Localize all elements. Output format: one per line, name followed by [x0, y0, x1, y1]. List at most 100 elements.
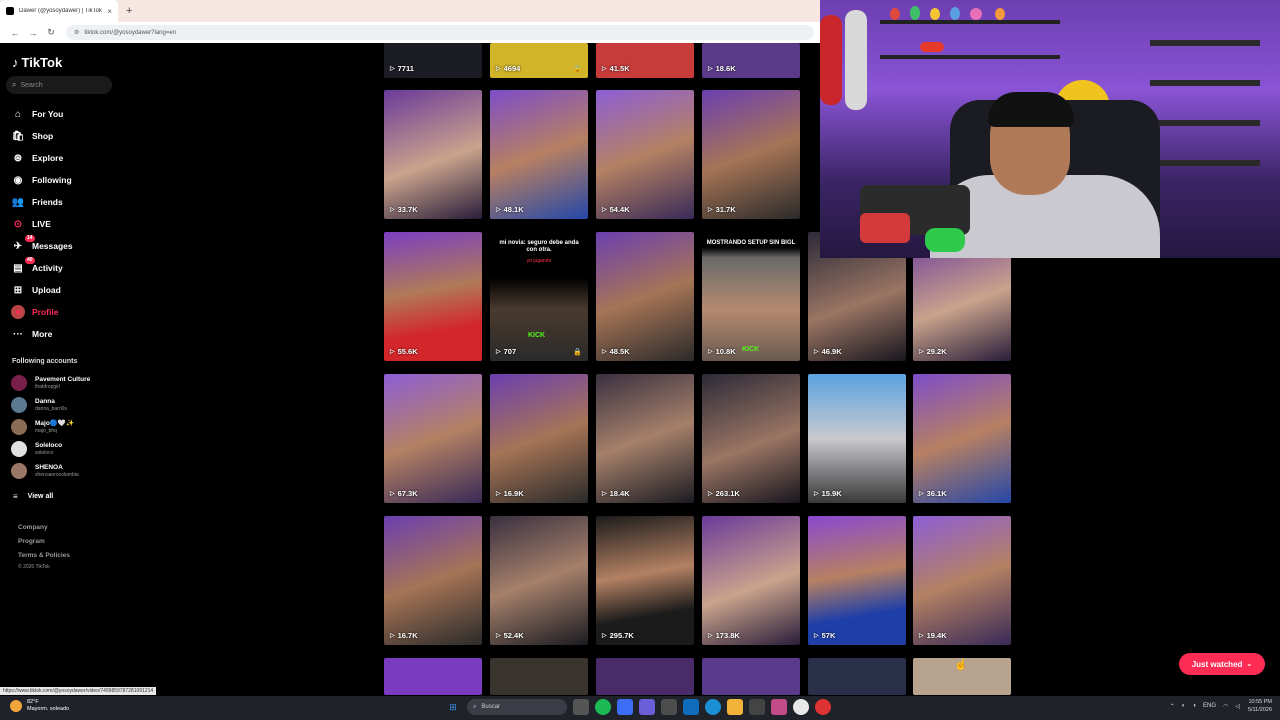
video-tile[interactable]	[490, 658, 588, 695]
browser-tab[interactable]: Dawer (@yosoydawer) | TikTok ×	[0, 0, 118, 22]
nav-item-upload[interactable]: ⊞ Upload	[11, 281, 61, 299]
nav-item-messages[interactable]: ✈ 14 Messages	[11, 235, 73, 255]
footer-terms-link[interactable]: Terms & Policies	[18, 552, 70, 559]
nav-label: Upload	[32, 285, 61, 295]
file-explorer-icon[interactable]	[727, 699, 743, 715]
weather-widget[interactable]: 82°F Mayorm. soleado	[10, 699, 69, 713]
wifi-icon[interactable]: ◠	[1223, 703, 1228, 710]
video-tile[interactable]	[384, 658, 482, 695]
view-count-text: 19.4K	[926, 631, 947, 640]
video-tile[interactable]: ▷ 4694 🔒	[490, 43, 588, 78]
video-tile[interactable]: ▷ 55.6K	[384, 232, 482, 361]
spotify-icon[interactable]	[595, 699, 611, 715]
video-tile[interactable]: ▷ 7711	[384, 43, 482, 78]
play-icon: ▷	[919, 349, 924, 355]
video-tile[interactable]: ▷ 263.1K	[702, 374, 800, 503]
following-account[interactable]: Soleloco soleloco	[11, 439, 62, 459]
video-tile[interactable]: ▷ 18.6K	[702, 43, 800, 78]
video-tile[interactable]: ▷ 57K	[808, 516, 906, 645]
app-icon-3[interactable]	[815, 699, 831, 715]
taskbar-search[interactable]: ⌕ Buscar	[467, 699, 567, 715]
mouse-cursor-icon: ☝	[954, 659, 968, 671]
windows-start-icon[interactable]: ⊞	[445, 699, 461, 715]
view-count-text: 16.7K	[397, 631, 418, 640]
following-icon: ◉	[13, 174, 23, 186]
nav-item-more[interactable]: ··· More	[11, 325, 52, 343]
nav-item-live[interactable]: ⊙ LIVE	[11, 215, 51, 233]
following-account[interactable]: Danna danna_barri0s	[11, 395, 67, 415]
account-handle: danna_barri0s	[35, 406, 67, 412]
footer-company-link[interactable]: Company	[18, 524, 48, 531]
nav-item-explore[interactable]: ⊛ Explore	[11, 149, 63, 167]
chevron-up-icon[interactable]: ⌃	[1170, 703, 1175, 710]
footer-program-link[interactable]: Program	[18, 538, 45, 545]
nav-item-for-you[interactable]: ⌂ For You	[11, 105, 63, 123]
video-tile[interactable]: ▷ 15.9K	[808, 374, 906, 503]
video-caption: MOSTRANDO SETUP SIN BIGL	[706, 240, 796, 246]
task-view-icon[interactable]	[573, 699, 589, 715]
video-tile[interactable]: ▷ 16.7K	[384, 516, 482, 645]
edge-icon[interactable]	[705, 699, 721, 715]
video-tile[interactable]	[808, 658, 906, 695]
tiktok-logo[interactable]: ♪ TikTok	[12, 55, 62, 70]
video-tile[interactable]: ▷ 18.4K	[596, 374, 694, 503]
play-icon: ▷	[390, 207, 395, 213]
app-icon-2[interactable]	[749, 699, 765, 715]
teams-icon[interactable]	[639, 699, 655, 715]
video-tile[interactable]: ▷ 19.4K	[913, 516, 1011, 645]
clock[interactable]: 10:55 PM 5/11/2026	[1248, 698, 1272, 714]
video-tile[interactable]: ▷ 173.8K	[702, 516, 800, 645]
account-handle: majo_bhq	[35, 428, 57, 434]
close-tab-icon[interactable]: ×	[107, 7, 112, 16]
video-tile[interactable]: ▷ 67.3K	[384, 374, 482, 503]
volume-icon[interactable]: ◁	[1235, 703, 1240, 710]
following-account[interactable]: Pavement Culture thatdropgirl	[11, 373, 90, 393]
video-tile[interactable]	[702, 658, 800, 695]
view-count-text: 18.4K	[609, 489, 630, 498]
video-tile[interactable]: ▷ 36.1K	[913, 374, 1011, 503]
reload-button[interactable]: ↻	[42, 27, 60, 38]
back-button[interactable]: ←	[6, 28, 24, 38]
video-tile[interactable]: mi novia: seguro debe anda con otra. yo j…	[490, 232, 588, 361]
view-all-button[interactable]: ≡ View all	[13, 492, 53, 501]
tray-app-icon[interactable]: ◐	[1182, 703, 1186, 709]
video-tile[interactable]: ▷ 52.4K	[490, 516, 588, 645]
obs-icon[interactable]	[771, 699, 787, 715]
view-count-text: 52.4K	[503, 631, 524, 640]
video-tile[interactable]: ▷ 16.9K	[490, 374, 588, 503]
just-watched-button[interactable]: Just watched ⌄	[1179, 653, 1265, 675]
outlook-icon[interactable]	[683, 699, 699, 715]
video-tile[interactable]: MOSTRANDO SETUP SIN BIGL KICK ▷ 10.8K	[702, 232, 800, 361]
video-tile[interactable]: ▷ 41.5K	[596, 43, 694, 78]
taskbar: 82°F Mayorm. soleado ⊞ ⌕ Buscar ⌃ ◐ ◑ EN…	[0, 696, 1280, 720]
app-icon[interactable]	[661, 699, 677, 715]
view-count: ▷ 263.1K	[708, 489, 740, 498]
video-tile[interactable]: ▷ 48.5K	[596, 232, 694, 361]
video-tile[interactable]	[596, 658, 694, 695]
video-tile[interactable]: ▷ 31.7K	[702, 90, 800, 219]
address-bar[interactable]: ⚙ tiktok.com/@yosoydawer?lang=en	[66, 25, 814, 40]
nav-item-friends[interactable]: 👥 Friends	[11, 193, 63, 211]
notification-badge: 40	[25, 257, 35, 264]
play-icon: ▷	[390, 66, 395, 72]
new-tab-button[interactable]: +	[126, 5, 132, 17]
video-tile[interactable]: ▷ 33.7K	[384, 90, 482, 219]
nav-item-activity[interactable]: ▤ 40 Activity	[11, 257, 63, 277]
forward-button[interactable]: →	[24, 28, 42, 38]
search-input[interactable]: ⌕ Search	[6, 76, 112, 94]
site-info-icon[interactable]: ⚙	[74, 29, 79, 36]
just-watched-label: Just watched	[1191, 659, 1243, 669]
video-tile[interactable]: ▷ 54.4K	[596, 90, 694, 219]
video-tile[interactable]: ▷ 295.7K	[596, 516, 694, 645]
video-tile[interactable]: ▷ 48.1K	[490, 90, 588, 219]
language-indicator[interactable]: ENG	[1203, 703, 1216, 709]
following-account[interactable]: SHENOA shenoaorocolombia	[11, 461, 79, 481]
nav-item-shop[interactable]: 🛍 Shop	[11, 127, 54, 145]
tray-app-icon-2[interactable]: ◑	[1192, 703, 1196, 709]
copilot-icon[interactable]	[617, 699, 633, 715]
nav-item-profile[interactable]: ● Profile	[11, 303, 58, 321]
nav-item-following[interactable]: ◉ Following	[11, 171, 72, 189]
view-count: ▷ 54.4K	[602, 205, 630, 214]
chrome-icon[interactable]	[793, 699, 809, 715]
following-account[interactable]: Majo🔵🤍✨ majo_bhq	[11, 417, 74, 437]
